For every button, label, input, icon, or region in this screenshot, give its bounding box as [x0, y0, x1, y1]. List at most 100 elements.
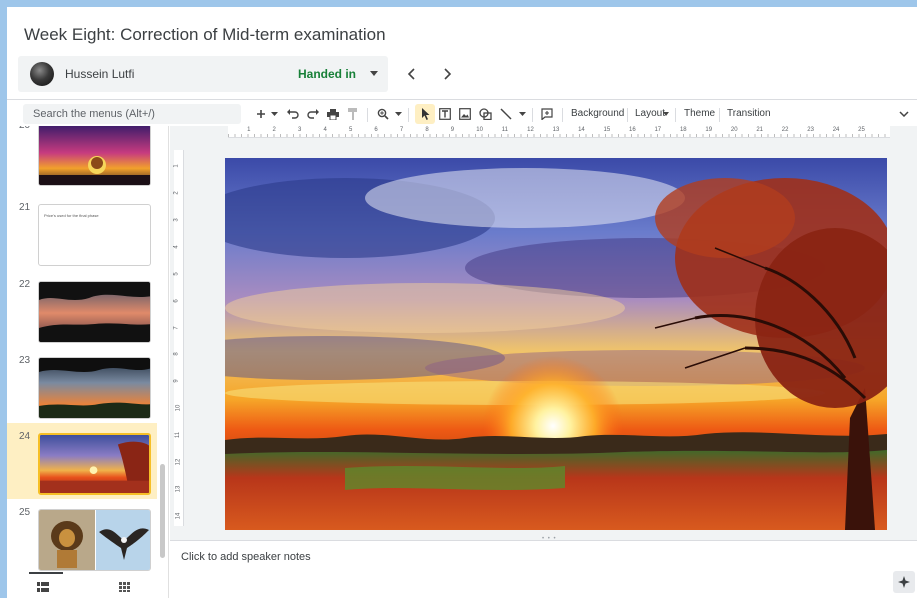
ruler-number: 11 — [501, 127, 508, 133]
theme-button[interactable]: Theme — [684, 108, 715, 119]
text-box-button[interactable] — [437, 104, 453, 124]
slide-number: 20 — [19, 126, 30, 131]
ruler-number: 13 — [175, 485, 182, 493]
menu-search-input[interactable] — [23, 104, 241, 124]
slide-number: 24 — [19, 431, 31, 442]
slide-image — [40, 435, 149, 493]
filmstrip-view-button[interactable] — [37, 578, 57, 592]
toolbar: Background Layout Theme Transition — [7, 99, 917, 126]
image-icon — [459, 108, 471, 120]
ruler-number: 4 — [323, 127, 327, 133]
ruler-number: 7 — [399, 127, 404, 133]
print-button[interactable] — [325, 104, 341, 124]
filmstrip-view-icon — [37, 582, 49, 592]
ruler-number: 22 — [781, 127, 789, 133]
paint-format-button[interactable] — [345, 104, 361, 124]
ruler-number: 6 — [374, 127, 378, 133]
sunset-landscape-image[interactable] — [225, 158, 887, 530]
transition-button[interactable]: Transition — [727, 108, 771, 119]
ruler-number: 1 — [247, 127, 251, 133]
ruler-number: 14 — [578, 127, 585, 133]
filmstrip-view-tabs — [7, 572, 168, 598]
slide-thumbnail — [38, 281, 151, 343]
background-button[interactable]: Background — [571, 108, 624, 119]
collapse-icon — [899, 111, 909, 117]
caret-down-icon[interactable] — [663, 112, 669, 116]
slide-image — [39, 358, 150, 418]
toolbar-divider — [675, 108, 676, 122]
line-button[interactable] — [498, 104, 514, 124]
comment-button[interactable] — [539, 104, 555, 124]
undo-icon — [287, 109, 299, 119]
ruler-number: 9 — [173, 379, 180, 383]
next-student-button[interactable] — [435, 62, 459, 86]
app-window: Week Eight: Correction of Mid-term exami… — [7, 7, 917, 598]
ruler-number: 10 — [476, 127, 483, 133]
filmstrip-scrollbar[interactable] — [160, 464, 165, 558]
slide-text: Price's used for the final phase — [44, 213, 99, 218]
chevron-left-icon — [407, 68, 415, 80]
slide-thumbnail — [38, 509, 151, 571]
slide-image — [39, 282, 150, 342]
slide-thumbnail — [38, 126, 151, 186]
slide-editor-canvas: 1 2 3 4 5 6 7 8 9 10 11 12 13 14 15 16 17 18 19 20 21 22 23 24 2… — [170, 126, 917, 540]
slide-thumbnail — [38, 433, 151, 495]
print-icon — [327, 108, 339, 120]
shape-button[interactable] — [477, 104, 493, 124]
ruler-number: 24 — [832, 127, 840, 133]
previous-student-button[interactable] — [400, 62, 424, 86]
ruler-number: 2 — [272, 127, 276, 133]
redo-icon — [307, 109, 319, 119]
ruler-number: 11 — [175, 431, 182, 439]
ruler-number: 3 — [173, 218, 180, 222]
student-selector[interactable]: Hussein Lutfi Handed in — [18, 56, 388, 92]
toolbar-divider — [719, 108, 720, 122]
ruler-number: 20 — [730, 127, 738, 133]
notes-resize-handle[interactable]: • • • — [542, 536, 557, 542]
select-tool-button[interactable] — [415, 104, 435, 124]
ruler-number: 19 — [705, 127, 713, 133]
speaker-notes-placeholder[interactable]: Click to add speaker notes — [181, 551, 311, 563]
collapse-toolbar-button[interactable] — [897, 104, 911, 124]
slide-thumbnail-item[interactable]: 21 Price's used for the final phase — [7, 194, 157, 270]
ruler-number: 23 — [807, 127, 814, 133]
zoom-button[interactable] — [375, 104, 391, 124]
line-dropdown-button[interactable] — [517, 104, 527, 124]
current-slide[interactable] — [225, 158, 887, 530]
image-button[interactable] — [457, 104, 473, 124]
speaker-notes-panel[interactable]: • • • Click to add speaker notes — [170, 536, 917, 598]
ruler-number: 15 — [603, 127, 611, 133]
add-button[interactable] — [253, 104, 269, 124]
slide-thumbnail-item[interactable]: 20 — [7, 126, 157, 194]
slide-thumbnail-item[interactable]: 23 — [7, 347, 157, 423]
slide-number: 21 — [19, 202, 31, 213]
undo-button[interactable] — [285, 104, 301, 124]
chevron-down-icon[interactable] — [370, 71, 378, 76]
explore-button[interactable] — [893, 571, 915, 593]
redo-button[interactable] — [305, 104, 321, 124]
ruler-number: 13 — [552, 127, 560, 133]
text-box-icon — [439, 108, 451, 120]
toolbar-divider — [562, 108, 563, 122]
caret-down-icon — [394, 112, 402, 116]
slide-number: 23 — [19, 355, 31, 366]
toolbar-divider — [367, 108, 368, 122]
zoom-dropdown-button[interactable] — [393, 104, 403, 124]
ruler-number: 14 — [175, 512, 182, 519]
slide-thumbnail-item[interactable]: 25 — [7, 499, 157, 575]
ruler-number: 3 — [298, 127, 302, 133]
ruler-number: 8 — [173, 352, 180, 357]
grid-view-button[interactable] — [119, 578, 139, 592]
add-dropdown-button[interactable] — [269, 104, 279, 124]
slide-thumbnail-item-selected[interactable]: 24 — [7, 423, 157, 499]
layout-button[interactable]: Layout — [635, 108, 665, 119]
ruler-number: 8 — [425, 127, 429, 133]
toolbar-divider — [532, 108, 533, 122]
slide-number: 22 — [19, 279, 31, 290]
slide-thumbnail-item[interactable]: 22 — [7, 271, 157, 347]
select-icon — [421, 108, 429, 120]
ruler-number: 18 — [679, 127, 687, 133]
ruler-number: 1 — [173, 164, 180, 169]
ruler-number: 5 — [348, 127, 353, 133]
ruler-number: 16 — [629, 127, 636, 133]
